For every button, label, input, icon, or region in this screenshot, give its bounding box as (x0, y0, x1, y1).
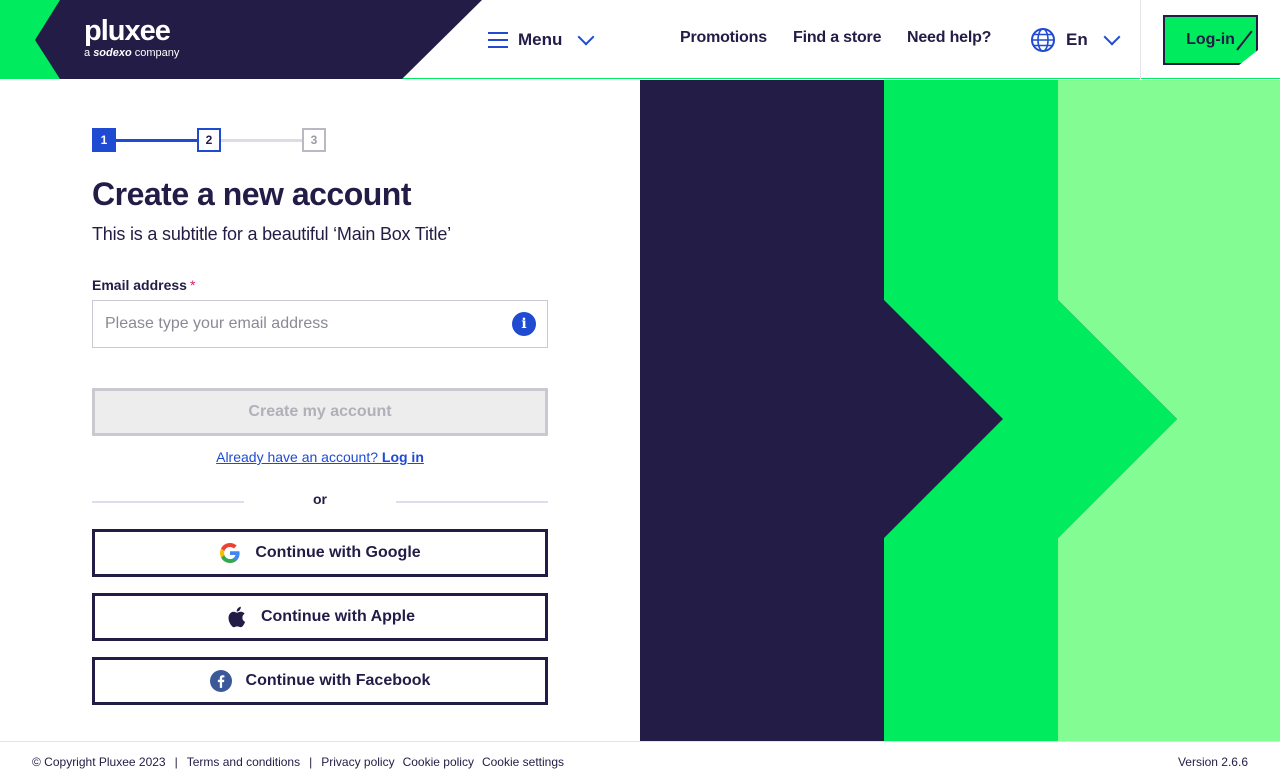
site-footer: © Copyright Pluxee 2023 | Terms and cond… (0, 741, 1280, 783)
or-separator: or (92, 491, 548, 511)
version-text: Version 2.6.6 (1177, 755, 1248, 769)
globe-icon (1031, 28, 1055, 52)
terms-link[interactable]: Terms and conditions (187, 755, 300, 769)
apple-icon (225, 606, 247, 628)
info-icon[interactable]: i (512, 312, 536, 336)
brand-dark-banner (35, 0, 482, 79)
language-label: En (1066, 30, 1088, 49)
stepper-bar-pending (221, 139, 302, 142)
menu-label: Menu (518, 30, 563, 49)
step-3: 3 (302, 128, 326, 152)
site-header: pluxee a sodexo company Menu Promotions … (0, 0, 1280, 79)
continue-with-facebook-button[interactable]: Continue with Facebook (92, 657, 548, 705)
google-button-label: Continue with Google (255, 544, 421, 561)
chevron-down-icon (1103, 28, 1121, 46)
email-field[interactable] (92, 300, 548, 348)
login-link[interactable]: Already have an account? Log in (0, 449, 640, 465)
footer-separator: | (174, 755, 178, 769)
chevron-pattern-graphic (640, 80, 1280, 741)
footer-separator: | (309, 755, 313, 769)
nav-need-help[interactable]: Need help? (907, 29, 991, 47)
menu-dropdown[interactable]: Menu (488, 28, 595, 52)
facebook-button-label: Continue with Facebook (245, 672, 431, 689)
logo-wordmark: pluxee (84, 15, 171, 47)
facebook-icon (209, 670, 232, 692)
hamburger-icon (488, 32, 508, 48)
apple-button-label: Continue with Apple (260, 608, 416, 625)
footer-links: © Copyright Pluxee 2023 | Terms and cond… (32, 755, 564, 769)
language-selector[interactable]: En (1030, 27, 1121, 53)
continue-with-apple-button[interactable]: Continue with Apple (92, 593, 548, 641)
progress-stepper: 1 2 3 (92, 128, 326, 152)
required-marker: * (189, 277, 196, 293)
cookie-settings-link[interactable]: Cookie settings (482, 755, 564, 769)
cookie-policy-link[interactable]: Cookie policy (403, 755, 474, 769)
nav-find-a-store[interactable]: Find a store (793, 29, 881, 47)
nav-promotions[interactable]: Promotions (680, 29, 767, 47)
or-text: or (313, 491, 327, 507)
chevron-down-icon (577, 28, 595, 46)
page-subtitle: This is a subtitle for a beautiful ‘Main… (92, 224, 451, 244)
header-divider (1140, 0, 1141, 79)
google-icon (219, 542, 241, 564)
stepper-bar-complete (116, 139, 197, 142)
step-2: 2 (197, 128, 221, 152)
page-title: Create a new account (92, 176, 412, 212)
step-1: 1 (92, 128, 116, 152)
continue-with-google-button[interactable]: Continue with Google (92, 529, 548, 577)
privacy-link[interactable]: Privacy policy (321, 755, 394, 769)
logo-tagline: a sodexo company (84, 47, 180, 59)
email-label: Email address * (92, 277, 196, 293)
hero-graphic (640, 80, 1280, 741)
create-account-button[interactable]: Create my account (92, 388, 548, 436)
copyright-text: © Copyright Pluxee 2023 (32, 755, 166, 769)
pluxee-logo[interactable]: pluxee a sodexo company (84, 16, 179, 60)
